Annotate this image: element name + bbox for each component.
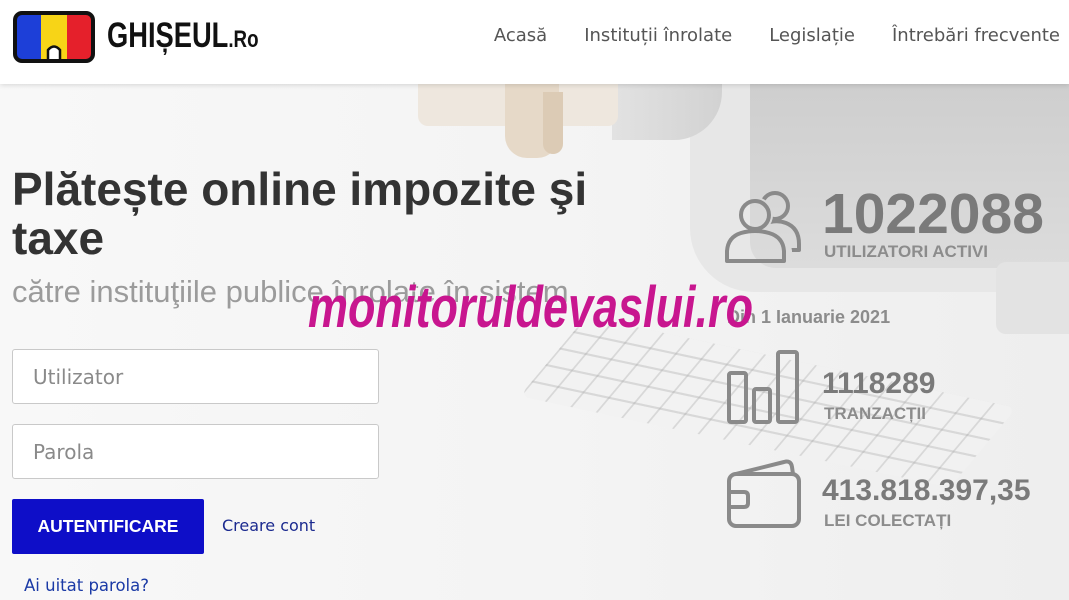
active-users-label: UTILIZATORI ACTIVI — [824, 242, 989, 261]
nav-item-legislation[interactable]: Legislație — [769, 25, 855, 46]
wallet-icon — [727, 459, 801, 528]
nav-item-faq[interactable]: Întrebări frecvente — [892, 25, 1060, 46]
logo-name: GHIȘEUL — [107, 16, 229, 55]
collected-amount: 413.818.397,35 — [822, 474, 1031, 507]
hero-background-stamp-shade — [543, 92, 563, 154]
hero-background-monitor-stand — [996, 262, 1069, 334]
watermark: monitoruldevaslui.ro — [308, 273, 754, 340]
page-title: Plătește online impozite şi taxe — [12, 163, 588, 264]
nav-item-institutions[interactable]: Instituții înrolate — [584, 25, 732, 46]
page: GHIȘEUL.Ro Acasă Instituții înrolate Leg… — [0, 0, 1069, 600]
logo-suffix: .Ro — [228, 26, 259, 53]
login-button[interactable]: AUTENTIFICARE — [12, 499, 204, 554]
username-input[interactable] — [12, 349, 379, 404]
site-logo[interactable]: GHIȘEUL.Ro — [10, 8, 265, 66]
active-users-count: 1022088 — [822, 182, 1044, 246]
transactions-label: TRANZACȚII — [824, 404, 926, 423]
bar-chart-icon — [727, 350, 799, 424]
main-nav: Acasă Instituții înrolate Legislație Înt… — [494, 0, 1060, 70]
transactions-count: 1118289 — [822, 367, 936, 400]
users-icon — [725, 191, 801, 263]
collected-label: LEI COLECTAȚI — [824, 511, 952, 530]
nav-item-home[interactable]: Acasă — [494, 25, 547, 46]
forgot-password-link[interactable]: Ai uitat parola? — [24, 575, 149, 597]
create-account-link[interactable]: Creare cont — [222, 515, 315, 537]
password-input[interactable] — [12, 424, 379, 479]
site-header: GHIȘEUL.Ro Acasă Instituții înrolate Leg… — [0, 0, 1069, 84]
flag-logo-icon — [13, 11, 95, 63]
logo-wordmark: GHIȘEUL.Ro — [107, 16, 259, 63]
